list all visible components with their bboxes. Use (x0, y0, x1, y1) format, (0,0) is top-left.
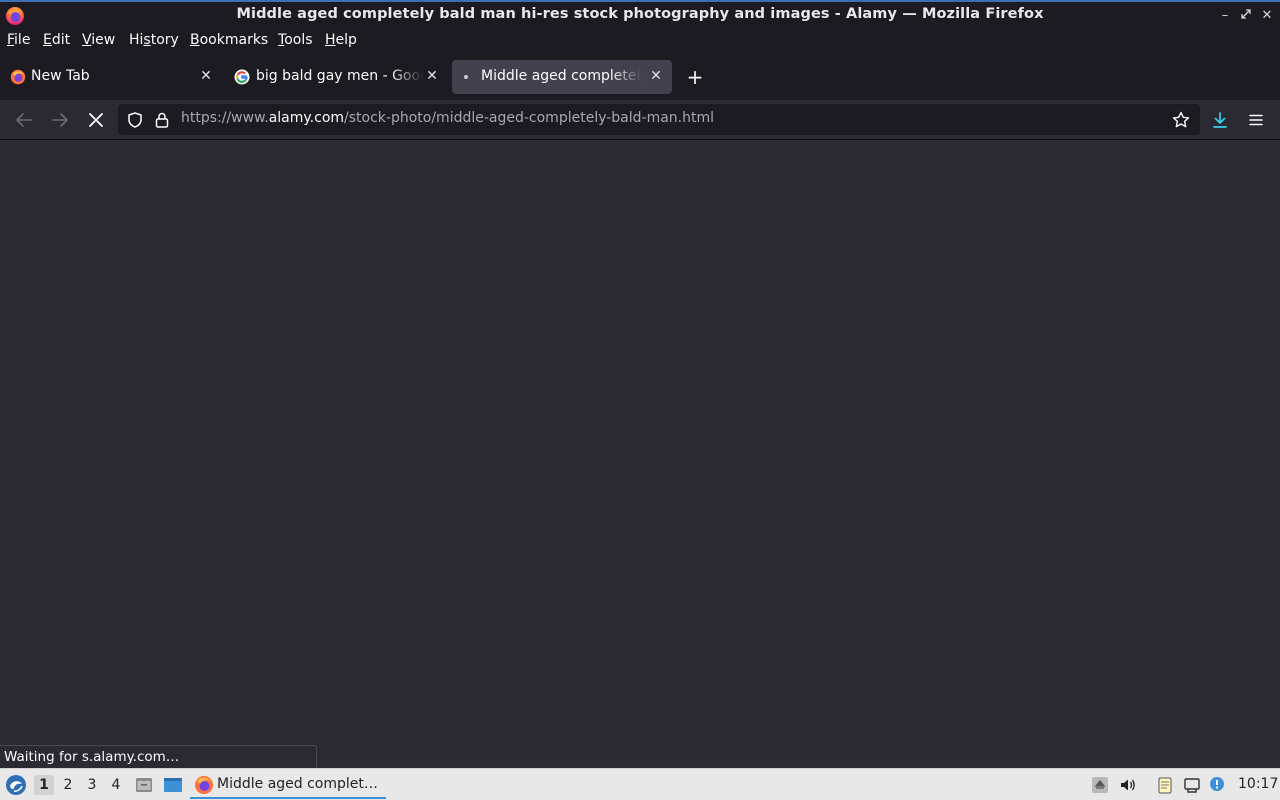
navigation-toolbar: https://www.alamy.com/stock-photo/middle… (0, 100, 1280, 140)
url-bar[interactable]: https://www.alamy.com/stock-photo/middle… (118, 104, 1200, 135)
menu-bar: File Edit View History Bookmarks Tools H… (0, 30, 1280, 54)
tab-label: Middle aged completely bald man hi-res s… (481, 68, 643, 84)
menu-tools[interactable]: Tools (278, 32, 313, 48)
url-prefix: https://www. (181, 110, 269, 126)
notification-icon[interactable] (1208, 776, 1226, 794)
url-text[interactable]: https://www.alamy.com/stock-photo/middle… (181, 110, 714, 126)
tab-google-search[interactable]: big bald gay men - Google Search ✕ (226, 60, 448, 94)
eject-icon[interactable] (1091, 776, 1109, 794)
workspace-4[interactable]: 4 (106, 775, 126, 795)
clock: 10:17 (1238, 776, 1279, 792)
google-icon (234, 69, 250, 85)
window-title: Middle aged completely bald man hi-res s… (236, 6, 1044, 22)
hamburger-menu-icon[interactable] (1244, 108, 1268, 132)
back-arrow-icon[interactable] (12, 108, 36, 132)
workspace-3[interactable]: 3 (82, 775, 102, 795)
close-tab-icon[interactable]: ✕ (424, 68, 440, 84)
url-domain: alamy.com (268, 110, 345, 126)
start-menu-icon[interactable] (5, 774, 27, 796)
restore-icon (1241, 9, 1251, 19)
taskbar-task-label: Middle aged complet… (217, 776, 378, 792)
workspace-2[interactable]: 2 (58, 775, 78, 795)
new-tab-button[interactable]: + (684, 62, 706, 92)
tab-new-tab[interactable]: New Tab ✕ (2, 60, 222, 94)
tab-alamy-active[interactable]: Middle aged completely bald man hi-res s… (452, 60, 672, 94)
tracking-shield-icon[interactable] (126, 111, 144, 129)
close-window-button[interactable]: ✕ (1259, 8, 1275, 24)
firefox-icon (10, 69, 26, 85)
minimize-button[interactable]: – (1217, 8, 1233, 24)
tab-label: big bald gay men - Google Search (256, 68, 424, 84)
firefox-icon (195, 776, 213, 794)
page-content-area[interactable] (0, 141, 1280, 768)
menu-bookmarks[interactable]: Bookmarks (190, 32, 268, 48)
downloads-icon[interactable] (1208, 108, 1232, 132)
workspace-1[interactable]: 1 (34, 775, 54, 795)
loading-dot-icon (464, 75, 468, 79)
plus-icon: + (686, 65, 704, 89)
window-titlebar: Middle aged completely bald man hi-res s… (0, 0, 1280, 30)
taskbar-firefox-window[interactable]: Middle aged complet… (190, 771, 386, 799)
desktop-icon[interactable] (163, 775, 183, 795)
system-taskbar: 1 2 3 4 Middle aged complet… 10:17 (0, 768, 1280, 800)
url-path: /stock-photo/middle-aged-completely-bald… (344, 110, 715, 126)
volume-icon[interactable] (1119, 776, 1137, 794)
menu-history[interactable]: History (129, 32, 179, 48)
menu-help[interactable]: Help (325, 32, 357, 48)
menu-edit[interactable]: Edit (43, 32, 70, 48)
menu-view[interactable]: View (82, 32, 115, 48)
close-tab-icon[interactable]: ✕ (648, 68, 664, 84)
forward-arrow-icon[interactable] (48, 108, 72, 132)
status-panel: Waiting for s.alamy.com… (0, 745, 317, 768)
close-tab-icon[interactable]: ✕ (198, 68, 214, 84)
file-manager-icon[interactable] (134, 775, 154, 795)
stop-loading-icon[interactable] (84, 108, 108, 132)
clipboard-notes-icon[interactable] (1156, 776, 1174, 794)
tab-bar: New Tab ✕ big bald gay men - Google Sear… (0, 54, 1280, 100)
network-icon[interactable] (1183, 776, 1201, 794)
lock-icon[interactable] (154, 111, 170, 129)
bookmark-star-icon[interactable] (1171, 110, 1191, 130)
maximize-button[interactable] (1238, 8, 1254, 24)
menu-file[interactable]: File (7, 32, 30, 48)
tab-label: New Tab (31, 68, 90, 84)
